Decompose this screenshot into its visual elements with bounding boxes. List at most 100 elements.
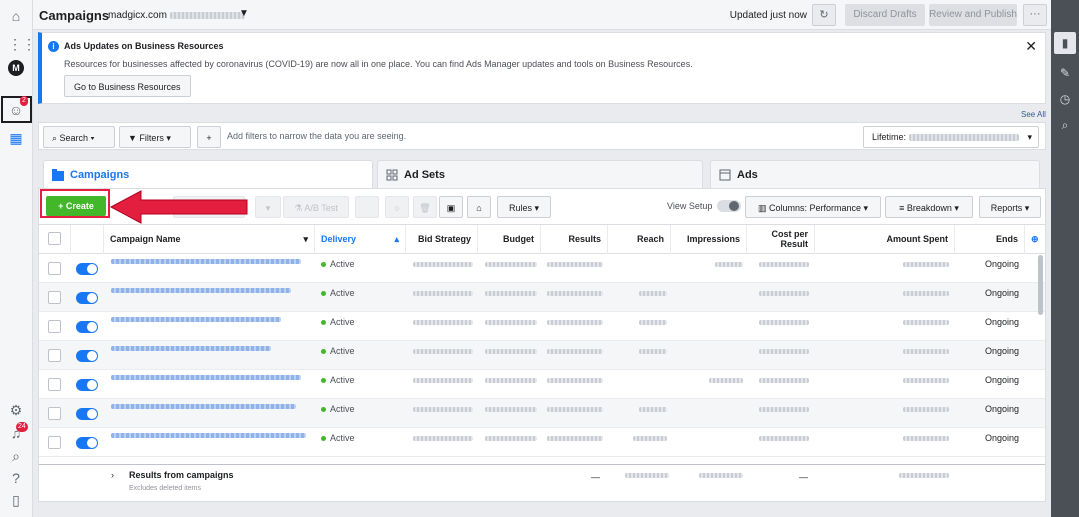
- row-checkbox[interactable]: [48, 436, 61, 449]
- account-caret-icon[interactable]: ▼: [239, 8, 249, 19]
- row-checkbox[interactable]: [48, 291, 61, 304]
- campaign-name-redacted[interactable]: [111, 346, 271, 351]
- expand-chevron-icon[interactable]: ›: [111, 470, 114, 480]
- help-icon[interactable]: ?: [8, 470, 24, 486]
- search-button[interactable]: ⌕ Search ▾: [43, 126, 115, 148]
- panel-toggle-icon[interactable]: ▯: [8, 492, 24, 508]
- review-publish-button[interactable]: Review and Publish: [929, 4, 1017, 26]
- table-icon[interactable]: ▦: [8, 130, 24, 146]
- row-toggle[interactable]: [76, 350, 98, 362]
- trash-icon[interactable]: 🗑: [413, 196, 437, 218]
- history-clock-icon[interactable]: ◷: [1054, 88, 1076, 110]
- discard-drafts-button[interactable]: Discard Drafts: [845, 4, 925, 26]
- toggle-col-header: [71, 225, 104, 254]
- business-resources-button[interactable]: Go to Business Resources: [64, 75, 191, 97]
- add-column-icon[interactable]: ⊕: [1025, 225, 1045, 254]
- duplicate-icon[interactable]: ○: [385, 196, 409, 218]
- tab-adsets[interactable]: Ad Sets: [377, 160, 703, 188]
- col-impressions[interactable]: Impressions: [671, 225, 747, 254]
- filter-bar: ⌕ Search ▾ ▼ Filters ▾ + Add filters to …: [38, 122, 1046, 150]
- table-row[interactable]: Active Ongoing: [39, 399, 1045, 428]
- tab-ads[interactable]: Ads: [710, 160, 1040, 188]
- home-icon[interactable]: ⌂: [8, 8, 24, 24]
- close-icon[interactable]: ✕: [1025, 38, 1037, 55]
- see-all-link[interactable]: See All: [1021, 110, 1046, 119]
- row-toggle[interactable]: [76, 379, 98, 391]
- table-row[interactable]: Active Ongoing: [39, 341, 1045, 370]
- col-amount-spent[interactable]: Amount Spent: [815, 225, 955, 254]
- col-campaign-name[interactable]: Campaign Name ▾: [104, 225, 315, 254]
- more-options-button[interactable]: ···: [1023, 4, 1047, 26]
- dropdown-button[interactable]: ▾: [255, 196, 281, 218]
- status-dot-icon: [321, 320, 326, 326]
- apps-grid-icon[interactable]: ⋮⋮: [8, 36, 36, 52]
- tag-icon[interactable]: ⌂: [467, 196, 491, 218]
- col-cost-per-result[interactable]: Cost per Result: [747, 225, 815, 254]
- create-button[interactable]: + Create: [46, 196, 106, 216]
- campaign-name-redacted[interactable]: [111, 259, 301, 264]
- edit-button[interactable]: [355, 196, 379, 218]
- row-toggle[interactable]: [76, 321, 98, 333]
- bid-redacted: [413, 262, 473, 267]
- rules-button[interactable]: Rules ▾: [497, 196, 551, 218]
- budget-redacted: [485, 320, 537, 325]
- date-range-selector[interactable]: Lifetime: ▾: [863, 126, 1039, 148]
- tab-campaigns[interactable]: Campaigns: [43, 160, 373, 190]
- row-checkbox[interactable]: [48, 320, 61, 333]
- row-toggle[interactable]: [76, 437, 98, 449]
- chart-icon[interactable]: ▮: [1054, 32, 1076, 54]
- breakdown-button[interactable]: ≡ Breakdown ▾: [885, 196, 973, 218]
- spent-redacted: [903, 407, 949, 412]
- top-header: Campaigns madgicx.com ▼ Updated just now…: [33, 0, 1051, 30]
- cpr-redacted: [759, 262, 809, 267]
- row-checkbox[interactable]: [48, 378, 61, 391]
- table-row[interactable]: Active Ongoing: [39, 428, 1045, 457]
- row-checkbox[interactable]: [48, 262, 61, 275]
- results-redacted: [547, 378, 603, 383]
- col-reach[interactable]: Reach: [608, 225, 671, 254]
- filters-button[interactable]: ▼ Filters ▾: [119, 126, 191, 148]
- zoom-icon[interactable]: ⌕: [1054, 114, 1076, 136]
- row-checkbox[interactable]: [48, 407, 61, 420]
- search-icon[interactable]: ⌕: [8, 448, 24, 464]
- account-avatar[interactable]: M: [8, 60, 24, 76]
- refresh-icon[interactable]: ↻: [812, 4, 836, 26]
- select-all-checkbox[interactable]: [48, 232, 61, 245]
- col-delivery[interactable]: Delivery ▴: [315, 225, 406, 254]
- campaign-name-redacted[interactable]: [111, 404, 296, 409]
- table-row[interactable]: Active Ongoing: [39, 254, 1045, 283]
- ends-value: Ongoing: [985, 288, 1020, 298]
- columns-button[interactable]: ▥ Columns: Performance ▾: [745, 196, 881, 218]
- row-toggle[interactable]: [76, 263, 98, 275]
- col-ends[interactable]: Ends: [955, 225, 1025, 254]
- col-bid-strategy[interactable]: Bid Strategy: [406, 225, 478, 254]
- reports-button[interactable]: Reports ▾: [979, 196, 1041, 218]
- table-row[interactable]: Active Ongoing: [39, 370, 1045, 399]
- tab-campaigns-label: Campaigns: [70, 169, 130, 181]
- vertical-scrollbar[interactable]: [1038, 255, 1043, 315]
- row-checkbox[interactable]: [48, 349, 61, 362]
- ab-test-button[interactable]: ⚗ A/B Test: [283, 196, 349, 218]
- table-row[interactable]: Active Ongoing: [39, 312, 1045, 341]
- row-toggle[interactable]: [76, 292, 98, 304]
- edit-pencil-icon[interactable]: ✎: [1054, 62, 1076, 84]
- campaign-name-redacted[interactable]: [111, 317, 281, 322]
- create-highlight-box: + Create: [40, 189, 110, 218]
- campaign-name-redacted[interactable]: [111, 375, 301, 380]
- table-row[interactable]: Active Ongoing: [39, 283, 1045, 312]
- cpr-redacted: [759, 378, 809, 383]
- row-toggle[interactable]: [76, 408, 98, 420]
- bid-redacted: [413, 320, 473, 325]
- view-setup-toggle[interactable]: [717, 200, 741, 212]
- add-filter-button[interactable]: +: [197, 126, 221, 148]
- account-selector[interactable]: madgicx.com: [108, 10, 245, 21]
- col-results[interactable]: Results: [541, 225, 608, 254]
- reach-redacted: [639, 349, 667, 354]
- sort-icon: ▾: [303, 234, 308, 244]
- campaign-name-redacted[interactable]: [111, 288, 291, 293]
- col-campaign-name-label: Campaign Name: [110, 234, 181, 244]
- col-budget[interactable]: Budget: [478, 225, 541, 254]
- campaign-name-redacted[interactable]: [111, 433, 306, 438]
- preview-icon[interactable]: ▣: [439, 196, 463, 218]
- settings-icon[interactable]: ⚙: [8, 402, 24, 418]
